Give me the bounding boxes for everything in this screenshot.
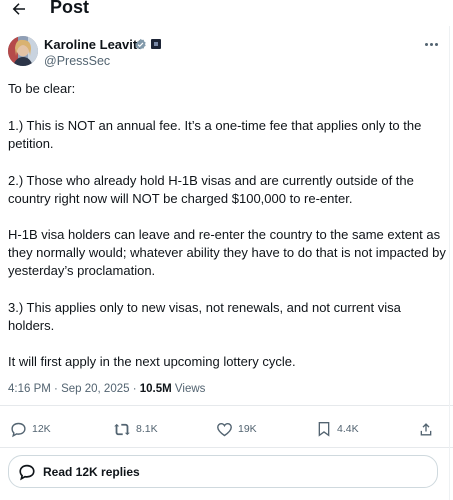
column-border: [449, 26, 450, 500]
post-paragraph: H-1B visa holders can leave and re-enter…: [8, 227, 446, 278]
verified-badge-icon: [135, 38, 146, 50]
share-button[interactable]: [418, 418, 434, 440]
post-meta: 4:16 PM · Sep 20, 2025 · 10.5M Views: [8, 383, 205, 395]
speech-bubble-icon: [17, 462, 37, 482]
post-paragraph: It will first apply in the next upcoming…: [8, 354, 296, 369]
read-replies-label: Read 12K replies: [43, 464, 140, 479]
bookmark-icon: [318, 422, 330, 437]
views-label: Views: [174, 383, 206, 395]
meta-separator: ·: [132, 383, 137, 395]
repost-count: 8.1K: [136, 423, 158, 435]
divider: [0, 405, 453, 406]
bookmark-count: 4.4K: [337, 423, 359, 435]
post-date[interactable]: Sep 20, 2025: [61, 383, 129, 395]
like-button[interactable]: 19K: [216, 418, 257, 440]
author-handle[interactable]: @PressSec: [44, 54, 110, 68]
author-name[interactable]: Karoline Leavitt: [44, 37, 142, 52]
share-icon: [420, 422, 432, 435]
reply-button[interactable]: 12K: [10, 418, 51, 440]
views-count: 10.5M: [139, 383, 172, 395]
author-row: Karoline Leavitt @PressSec: [0, 34, 453, 74]
post-paragraph: 1.) This is NOT an annual fee. It’s a on…: [8, 118, 422, 151]
more-options-button[interactable]: [422, 36, 440, 52]
affiliation-badge-icon[interactable]: [151, 39, 161, 49]
reply-count: 12K: [32, 423, 51, 435]
action-bar: 12K 8.1K 19K 4.4K: [0, 418, 453, 440]
back-button[interactable]: [8, 0, 30, 20]
post-time[interactable]: 4:16 PM: [8, 383, 51, 395]
meta-separator: ·: [54, 383, 58, 395]
avatar[interactable]: [8, 36, 38, 66]
repost-button[interactable]: 8.1K: [113, 418, 158, 440]
page-title: Post: [50, 0, 90, 17]
divider: [0, 447, 453, 448]
more-dot: [434, 42, 438, 46]
more-dot: [424, 42, 428, 46]
top-bar: Post: [0, 0, 453, 22]
heart-icon: [217, 422, 232, 436]
repost-icon: [114, 423, 130, 435]
post-paragraph: 2.) Those who already hold H-1B visas an…: [8, 173, 414, 206]
arrow-left-icon: [12, 3, 25, 15]
post-paragraph: 3.) This applies only to new visas, not …: [8, 300, 401, 333]
reply-icon: [11, 422, 26, 437]
like-count: 19K: [238, 423, 257, 435]
post-paragraph: To be clear:: [8, 81, 76, 96]
read-replies-button[interactable]: Read 12K replies: [8, 455, 438, 488]
bookmark-button[interactable]: 4.4K: [316, 418, 359, 440]
more-dot: [429, 42, 433, 46]
